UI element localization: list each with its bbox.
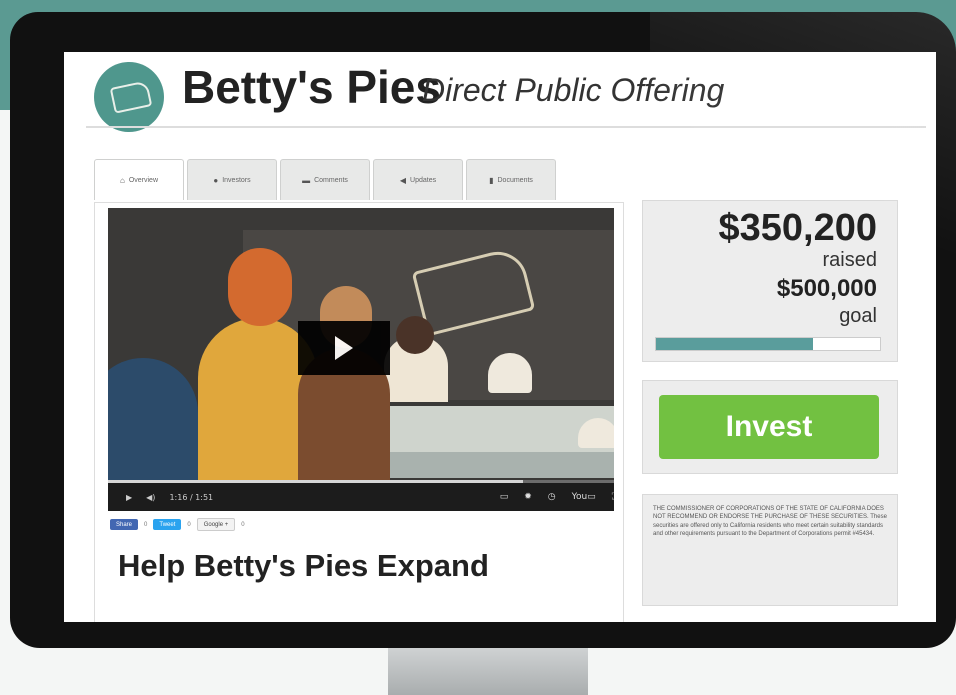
volume-icon[interactable]: ◀) — [146, 493, 155, 502]
tab-comments[interactable]: ▬ Comments — [280, 159, 370, 200]
tab-label: Documents — [497, 176, 533, 184]
tab-documents[interactable]: ▮ Documents — [466, 159, 556, 200]
video-player[interactable]: ▶ ◀) 1:16 / 1:51 ▭ ✹ ◷ You▭ ⛶ — [108, 208, 614, 511]
youtube-icon[interactable]: You▭ — [572, 492, 596, 502]
google-plus-count: 0 — [241, 521, 245, 528]
invest-panel: Invest — [642, 380, 898, 474]
facebook-count: 0 — [144, 521, 148, 528]
baker-head-illustration — [396, 316, 434, 354]
tab-label: Investors — [222, 176, 251, 184]
play-button[interactable] — [298, 321, 390, 375]
video-controls-right: ▭ ✹ ◷ You▭ ⛶ — [500, 492, 614, 502]
cake-stand-illustration — [578, 418, 614, 448]
raised-label: raised — [822, 249, 877, 271]
customer-head-illustration — [228, 248, 292, 326]
disclaimer-text: THE COMMISSIONER OF CORPORATIONS OF THE … — [653, 506, 887, 538]
home-icon: ⌂ — [119, 175, 125, 185]
facebook-share-button[interactable]: Share — [110, 519, 139, 530]
person-icon: ● — [213, 175, 219, 185]
video-controls: ▶ ◀) 1:16 / 1:51 ▭ ✹ ◷ You▭ ⛶ — [108, 483, 614, 511]
watch-later-icon[interactable]: ◷ — [548, 492, 556, 502]
play-icon[interactable]: ▶ — [126, 493, 132, 502]
tab-overview[interactable]: ⌂ Overview — [94, 159, 184, 200]
play-icon — [335, 336, 353, 360]
disclaimer-panel: THE COMMISSIONER OF CORPORATIONS OF THE … — [642, 494, 898, 606]
raised-amount: $350,200 — [718, 207, 878, 249]
fullscreen-icon[interactable]: ⛶ — [612, 492, 614, 502]
document-icon: ▮ — [489, 175, 494, 185]
tweet-button[interactable]: Tweet — [153, 519, 182, 530]
google-plus-button[interactable]: Google + — [196, 518, 236, 531]
tab-label: Comments — [314, 176, 348, 184]
pie-logo-icon — [109, 80, 153, 114]
goal-label: goal — [839, 305, 877, 327]
goal-amount: $500,000 — [776, 275, 877, 302]
tab-label: Updates — [410, 176, 437, 184]
tab-updates[interactable]: ◀ Updates — [373, 159, 463, 200]
monitor-stand — [388, 648, 588, 695]
tab-label: Overview — [128, 176, 159, 184]
page-title: Betty's Pies — [182, 61, 441, 113]
share-bar: Share 0 Tweet 0 Google + 0 — [110, 518, 245, 531]
tab-bar: ⌂ Overview ● Investors ▬ Comments ◀ Updates … — [94, 159, 556, 203]
invest-button[interactable]: Invest — [659, 395, 879, 459]
page-subtitle: Direct Public Offering — [422, 72, 725, 108]
video-time: 1:16 / 1:51 — [169, 492, 214, 502]
logo — [94, 62, 164, 132]
tweet-count: 0 — [187, 521, 191, 528]
settings-icon[interactable]: ✹ — [524, 492, 532, 502]
tab-investors[interactable]: ● Investors — [187, 159, 277, 200]
captions-icon[interactable]: ▭ — [500, 492, 509, 502]
funding-progress-bar — [655, 337, 881, 351]
funding-progress-fill — [656, 338, 813, 350]
funding-summary: $350,200 raised $500,000 goal — [642, 200, 898, 362]
cake-stand-illustration — [488, 353, 532, 393]
header-divider — [86, 126, 926, 128]
campaign-headline: Help Betty's Pies Expand — [118, 548, 489, 583]
megaphone-icon: ◀ — [399, 175, 407, 185]
browser-screen: Betty's Pies Direct Public Offering ⌂ Ove… — [64, 52, 936, 622]
monitor-frame: Betty's Pies Direct Public Offering ⌂ Ove… — [10, 12, 956, 648]
chat-icon: ▬ — [302, 175, 311, 185]
